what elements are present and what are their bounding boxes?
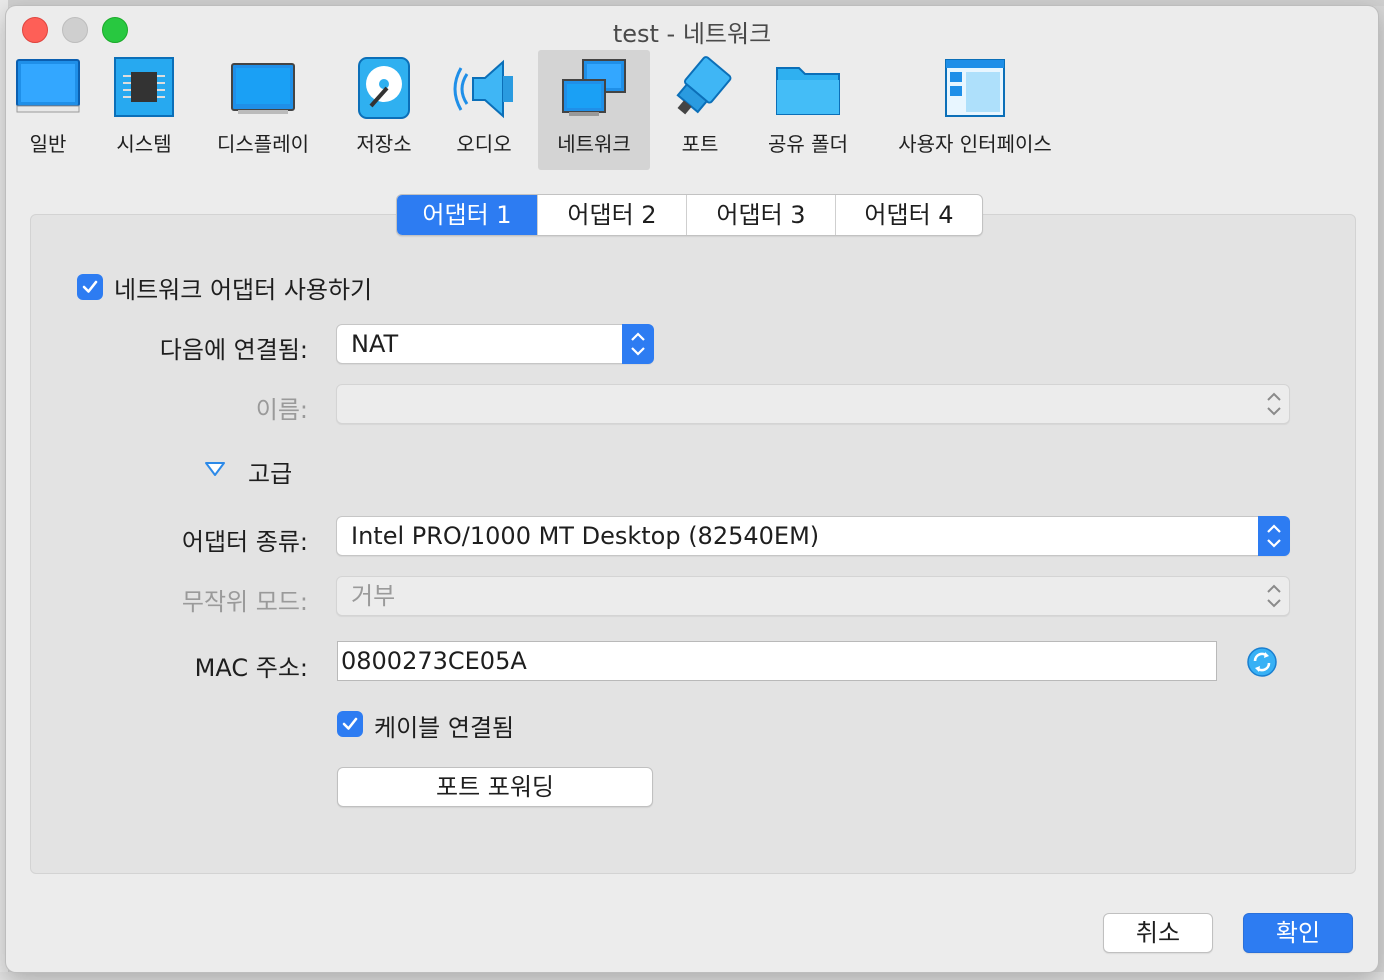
enable-adapter-checkbox[interactable] [77,274,103,300]
adapter-type-value: Intel PRO/1000 MT Desktop (82540EM) [351,522,820,550]
attached-to-label: 다음에 연결됨: [159,336,308,364]
name-label: 이름: [255,396,308,424]
window-title: test - 네트워크 [612,20,772,48]
chevron-updown-icon [631,332,645,356]
promiscuous-mode-label: 무작위 모드: [181,588,308,616]
cancel-button[interactable]: 취소 [1103,913,1213,953]
settings-window: test - 네트워크 일반 시스템 디스플레이 저장소 오디오 네트워크 포트… [6,6,1378,972]
user-interface-icon [945,59,1005,117]
title-bar[interactable]: test - 네트워크 [6,6,1378,50]
tab-adapter-3[interactable]: 어댑터 3 [686,195,835,235]
adapter-type-label: 어댑터 종류: [181,528,308,556]
toolbar-item-label: 디스플레이 [217,132,309,156]
select-stepper [1258,516,1290,556]
enable-adapter-label: 네트워크 어댑터 사용하기 [114,276,373,304]
toolbar-item-ports[interactable]: 포트 [662,50,738,170]
chevron-updown-icon [1267,524,1281,548]
select-stepper [622,324,654,364]
toolbar-item-label: 네트워크 [557,132,631,156]
ports-icon [676,56,732,115]
shared-folder-icon [776,67,840,115]
advanced-disclosure-toggle[interactable] [204,460,228,480]
checkmark-icon [342,717,358,730]
general-icon [16,59,80,113]
name-select [336,384,1290,424]
toolbar-item-display[interactable]: 디스플레이 [204,50,322,170]
background-window-edge-bottom [0,972,1384,980]
toolbar-item-audio[interactable]: 오디오 [442,50,526,170]
toolbar-item-label: 공유 폴더 [768,132,848,156]
select-stepper [1258,384,1290,424]
toolbar-item-user-interface[interactable]: 사용자 인터페이스 [886,50,1064,170]
toolbar-item-label: 일반 [29,132,67,156]
toolbar-item-label: 오디오 [456,132,512,156]
adapter-type-select[interactable]: Intel PRO/1000 MT Desktop (82540EM) [336,516,1290,556]
settings-toolbar: 일반 시스템 디스플레이 저장소 오디오 네트워크 포트 공유 폴더 사용자 인… [6,50,1378,172]
tab-adapter-4[interactable]: 어댑터 4 [835,195,982,235]
refresh-mac-button[interactable] [1246,646,1278,678]
disclosure-triangle-icon [205,462,225,476]
network-icon [562,59,626,116]
attached-to-select[interactable]: NAT [336,324,654,364]
toolbar-item-label: 포트 [681,132,719,156]
ok-button[interactable]: 확인 [1243,913,1353,953]
advanced-label[interactable]: 고급 [248,454,292,489]
attached-to-value: NAT [351,330,399,358]
audio-icon [453,59,513,119]
toolbar-item-shared-folder[interactable]: 공유 폴더 [754,50,862,170]
select-stepper [1258,576,1290,616]
cable-connected-checkbox[interactable] [337,711,363,737]
promiscuous-mode-select: 거부 [336,576,1290,616]
display-icon [231,63,295,114]
toolbar-item-network[interactable]: 네트워크 [538,50,650,170]
storage-icon [358,57,410,119]
tab-adapter-1[interactable]: 어댑터 1 [397,195,537,235]
system-icon [114,57,174,117]
toolbar-item-storage[interactable]: 저장소 [342,50,426,170]
cable-connected-label: 케이블 연결됨 [374,714,515,742]
toolbar-item-label: 저장소 [356,132,412,156]
toolbar-item-label: 시스템 [116,132,172,156]
mac-address-label: MAC 주소: [194,654,308,682]
chevron-updown-icon [1267,584,1281,608]
mac-address-value: 0800273CE05A [341,647,527,675]
mac-address-field[interactable]: 0800273CE05A [337,641,1217,681]
port-forwarding-button[interactable]: 포트 포워딩 [337,767,653,807]
toolbar-item-label: 사용자 인터페이스 [898,132,1052,156]
chevron-updown-icon [1267,392,1281,416]
toolbar-item-general[interactable]: 일반 [10,50,86,170]
adapter-tabs: 어댑터 1 어댑터 2 어댑터 3 어댑터 4 [396,194,983,236]
toolbar-item-system[interactable]: 시스템 [102,50,186,170]
refresh-icon [1247,647,1277,677]
tab-adapter-2[interactable]: 어댑터 2 [537,195,686,235]
checkmark-icon [82,280,98,293]
promiscuous-mode-value: 거부 [351,582,396,610]
